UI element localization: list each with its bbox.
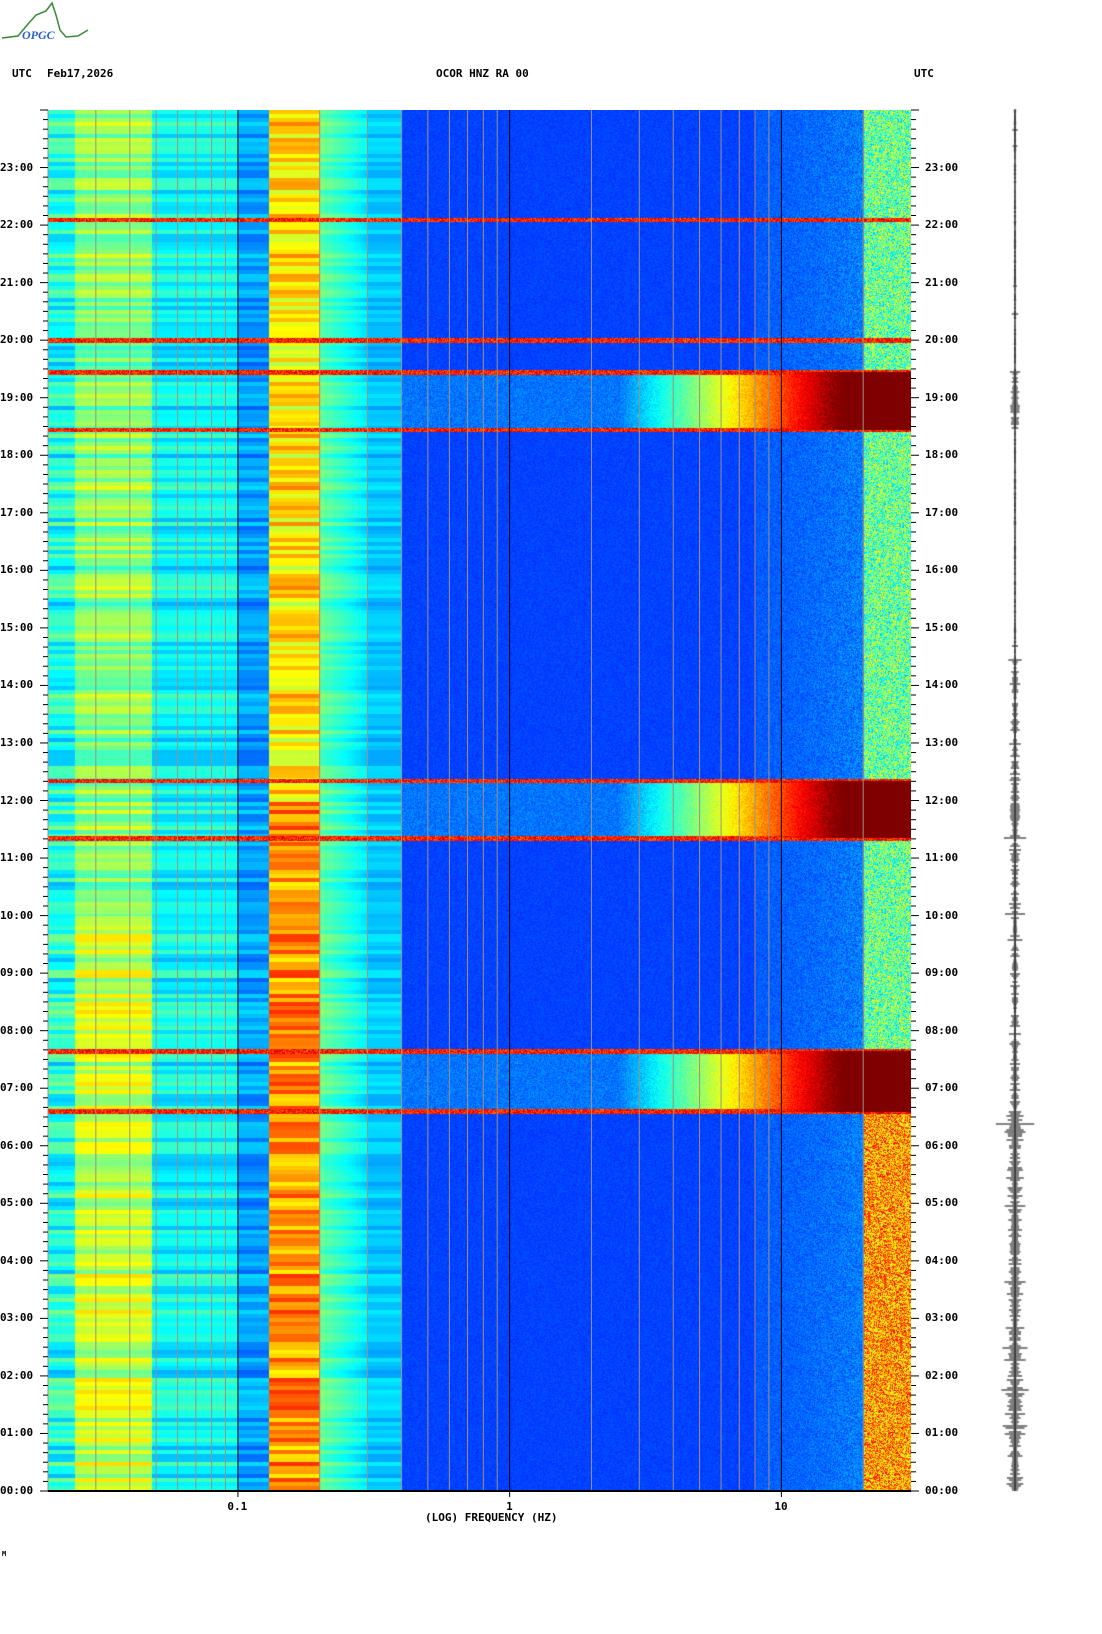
right-time-label: 22:00: [925, 218, 959, 232]
left-time-label: 15:00: [0, 620, 34, 634]
footer-mark: M: [2, 1550, 7, 1558]
left-time-label: 18:00: [0, 448, 34, 462]
left-time-label: 17:00: [0, 505, 34, 519]
left-time-label: 10:00: [0, 908, 34, 922]
right-time-label: 09:00: [925, 966, 959, 980]
right-time-label: 02:00: [925, 1368, 959, 1382]
right-time-label: 23:00: [925, 160, 959, 174]
left-time-label: 00:00: [0, 1484, 34, 1497]
right-time-label: 12:00: [925, 793, 959, 807]
left-time-label: 08:00: [0, 1023, 34, 1037]
left-time-label: 02:00: [0, 1368, 34, 1382]
left-time-label: 04:00: [0, 1253, 34, 1267]
right-time-label: 00:00: [925, 1484, 959, 1497]
spectrogram-page: OPGC UTC Feb17,2026 OCOR HNZ RA 00 UTC 0…: [0, 0, 1102, 1634]
right-time-label: 05:00: [925, 1196, 959, 1210]
left-time-label: 11:00: [0, 851, 34, 865]
left-time-label: 23:00: [0, 160, 34, 174]
right-time-label: 17:00: [925, 505, 959, 519]
right-time-label: 04:00: [925, 1253, 959, 1267]
left-time-label: 05:00: [0, 1196, 34, 1210]
frequency-tick-label: 0.1: [227, 1500, 248, 1513]
right-time-label: 20:00: [925, 333, 959, 347]
chart-axes: [40, 109, 919, 1497]
right-time-label: 06:00: [925, 1138, 959, 1152]
left-time-label: 06:00: [0, 1138, 34, 1152]
right-time-label: 21:00: [925, 275, 959, 289]
x-axis-label: (LOG) FREQUENCY (HZ): [425, 1511, 558, 1524]
right-time-label: 11:00: [925, 851, 959, 865]
right-time-label: 13:00: [925, 735, 959, 749]
left-time-label: 03:00: [0, 1311, 34, 1325]
frequency-tick-label: 10: [774, 1500, 788, 1513]
right-time-label: 07:00: [925, 1081, 959, 1095]
right-time-label: 18:00: [925, 448, 959, 462]
left-time-label: 13:00: [0, 735, 34, 749]
right-time-label: 08:00: [925, 1023, 959, 1037]
left-time-label: 12:00: [0, 793, 34, 807]
right-time-label: 01:00: [925, 1426, 959, 1440]
left-time-label: 21:00: [0, 275, 34, 289]
left-time-label: 01:00: [0, 1426, 34, 1440]
left-time-label: 22:00: [0, 218, 34, 232]
seismogram-trace: [990, 105, 1040, 1500]
left-time-label: 07:00: [0, 1081, 34, 1095]
right-time-label: 03:00: [925, 1311, 959, 1325]
right-time-label: 19:00: [925, 390, 959, 404]
right-time-label: 10:00: [925, 908, 959, 922]
left-time-label: 19:00: [0, 390, 34, 404]
right-time-label: 16:00: [925, 563, 959, 577]
right-time-label: 15:00: [925, 620, 959, 634]
left-time-label: 20:00: [0, 333, 34, 347]
right-time-label: 14:00: [925, 678, 959, 692]
left-time-label: 14:00: [0, 678, 34, 692]
left-time-label: 16:00: [0, 563, 34, 577]
left-time-label: 09:00: [0, 966, 34, 980]
